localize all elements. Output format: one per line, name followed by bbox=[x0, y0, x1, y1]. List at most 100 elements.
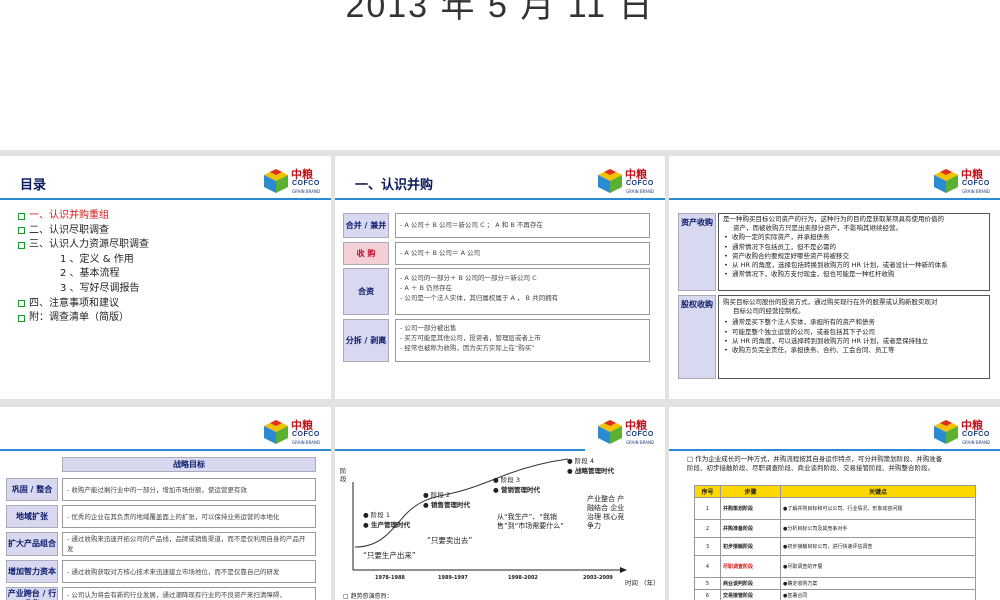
stage-4-quote: 产业整合 产融结合 企业治理 核心竞争力 bbox=[587, 495, 625, 530]
title-rule bbox=[0, 198, 331, 200]
toc-item[interactable]: 三、认识人力资源尽职调查 bbox=[18, 238, 149, 253]
x-axis-label: 时间 （年） bbox=[625, 579, 660, 587]
stage-3-quote: 从“我生产”、“我销售”到“市场需要什么” bbox=[497, 513, 564, 530]
x-axis-arrow bbox=[620, 567, 627, 573]
label-joint-venture: 合资 bbox=[343, 268, 389, 315]
stage-2-name: ● 销售管理时代 bbox=[423, 501, 470, 509]
slide-title: 一、认识并购 bbox=[355, 178, 434, 193]
stage-2-quote: “只要卖出去” bbox=[427, 536, 473, 545]
brand-en: COFCO bbox=[626, 180, 654, 187]
joint-venture-desc: - A 公司的一部分＋ B 公司的一部分＝新公司 C - A ＋ B 仍然存在 … bbox=[395, 268, 650, 315]
cofco-cube-icon bbox=[934, 420, 958, 444]
label-consolidation: 巩固 / 整合 bbox=[6, 478, 58, 501]
period-1: 1978-1988 bbox=[375, 575, 405, 581]
toc-item[interactable]: 2 、基本流程 bbox=[18, 267, 149, 282]
slide-recognize-ma[interactable]: 一、认识并购 中粮 COFCO GRAIN BRAND 合并 / 兼并 - A … bbox=[335, 156, 665, 399]
title-rule bbox=[669, 198, 1000, 200]
intellectual-capital-desc: - 通过收购获取对方核心技术来迅速建立市场地位，而不是仅靠自己的研发 bbox=[62, 560, 316, 583]
cofco-cube-icon bbox=[264, 420, 288, 444]
checkbox-icon bbox=[18, 212, 25, 220]
slide-gap bbox=[0, 399, 1000, 407]
label-industry-shift: 产业跨台 / 行业集 bbox=[6, 587, 58, 600]
toc-item[interactable]: 1 、定义 & 作用 bbox=[18, 253, 149, 268]
toc-item-label: 附：调查清单（简版） bbox=[29, 312, 129, 324]
cofco-logo: 中粮 COFCO GRAIN BRAND bbox=[263, 166, 323, 200]
brand-sub: GRAIN BRAND bbox=[962, 440, 991, 445]
label-intellectual-capital: 增加智力资本 bbox=[6, 560, 58, 583]
toc-item-label: 2 、基本流程 bbox=[60, 268, 120, 280]
table-row: 2 并购准备阶段 ●分析目标公司及其竞争对手 bbox=[694, 519, 976, 538]
slide-toc[interactable]: 目录 中粮 COFCO GRAIN BRAND 一、认识并购重组 二、认识尽职调查… bbox=[0, 156, 331, 399]
toc-list: 一、认识并购重组 二、认识尽职调查三、认识人力资源尽职调查 1 、定义 & 作用 2 … bbox=[18, 209, 149, 326]
toc-item[interactable]: 二、认识尽职调查 bbox=[18, 224, 149, 239]
checkbox-icon bbox=[18, 314, 25, 322]
title-rule bbox=[669, 449, 1000, 451]
label-product-portfolio: 扩大产品组合 bbox=[6, 532, 58, 556]
period-4: 2003-2009 bbox=[583, 575, 613, 581]
toc-item[interactable]: 一、认识并购重组 bbox=[18, 209, 149, 224]
toc-item-label: 3 、写好尽调报告 bbox=[60, 282, 140, 294]
stage-1-label: ● 阶段 1 bbox=[363, 511, 390, 519]
brand-en: COFCO bbox=[292, 180, 320, 187]
toc-item[interactable]: 3 、写好尽调报告 bbox=[18, 282, 149, 297]
asset-acquisition-text: 是一种购买目标公司资产的行为，这种行为的目的是获取某项具有使用价值的 资产，而被… bbox=[723, 215, 948, 280]
cofco-logo: 中粮 COFCO GRAIN BRAND bbox=[933, 417, 993, 451]
col-keypoints: 关键点 bbox=[780, 485, 976, 498]
divestiture-desc: - 公司一部分被出售 - 买方可能是其他公司，投资者，管理层或者上市 - 经常也… bbox=[395, 319, 650, 362]
brand-en: COFCO bbox=[292, 431, 320, 438]
y-axis-label: 阶段 bbox=[340, 467, 347, 483]
ma-process-table: 序号 步骤 关键点 1 并购策划阶段 ●了解并购目标和可以公司、行业情况，形象动容问… bbox=[694, 485, 976, 600]
brand-sub: GRAIN BRAND bbox=[292, 189, 321, 194]
cofco-logo: 中粮 COFCO GRAIN BRAND bbox=[597, 166, 657, 200]
stage-1-quote: “只要生产出来” bbox=[363, 551, 416, 560]
cofco-cube-icon bbox=[934, 169, 958, 193]
merger-desc: - A 公司＋ B 公司＝新公司 C ； A 和 B 不再存在 bbox=[395, 213, 650, 238]
toc-item-label: 二、认识尽职调查 bbox=[29, 224, 109, 236]
page-title: 2013 年 5 月 11 日 bbox=[345, 0, 655, 25]
stage-3-name: ● 营销管理时代 bbox=[493, 486, 540, 494]
table-row: 3 初步接触阶段 ●初步接触目标公司，进行快速评估调查 bbox=[694, 537, 976, 556]
col-step: 步骤 bbox=[720, 485, 781, 498]
stage-1-name: ● 生产管理时代 bbox=[363, 521, 410, 529]
checkbox-icon bbox=[18, 241, 25, 249]
geo-expansion-desc: - 优秀的企业在其负责的地域覆盖面上的扩张，可以保持业务运营的本地化 bbox=[62, 505, 316, 528]
period-2: 1989-1997 bbox=[438, 575, 468, 581]
checkbox-icon bbox=[18, 227, 25, 235]
table-row: 6 交易接管阶段 ●签署合同 bbox=[694, 589, 976, 600]
acquisition-desc: - A 公司＋ B 公司＝ A 公司 bbox=[395, 242, 650, 265]
label-asset-acquisition: 资产收购 bbox=[678, 213, 716, 291]
product-portfolio-desc: - 通过收购来迅速开拓公司的产品线，品牌或销售渠道，而不是仅利用自身的产品开发 bbox=[62, 532, 316, 556]
process-intro: □ 作为企业成长的一种方式，并购流程按其自身运作特点，可分并购策划阶段、并购准备… bbox=[687, 455, 943, 472]
cofco-cube-icon bbox=[264, 169, 288, 193]
slide-acquisition-types[interactable]: 中粮 COFCO GRAIN BRAND 资产收购 是一种购买目标公司资产的行为… bbox=[669, 156, 1000, 399]
brand-en: COFCO bbox=[962, 431, 990, 438]
cofco-logo: 中粮 COFCO GRAIN BRAND bbox=[263, 417, 323, 451]
consolidation-desc: - 收购产能过剩行业中的一部分，增加市场份额，使运营更有效 bbox=[62, 478, 316, 501]
cofco-cube-icon bbox=[598, 169, 622, 193]
industry-shift-desc: - 公司认为将会有新的行业发展，通过潮降现有行业的不良资产来扫清障碍， bbox=[62, 587, 316, 600]
equity-acquisition-text: 购买目标公司股份的投资方式，通过购买现行在外的股票或认购新股实现对 目标公司的经… bbox=[723, 298, 938, 355]
slide-management-eras[interactable]: 中粮 COFCO GRAIN BRAND 阶段 ● 阶段 1 ● 生产管理时代 … bbox=[335, 407, 665, 600]
slide-ma-process[interactable]: 中粮 COFCO GRAIN BRAND □ 作为企业成长的一种方式，并购流程按… bbox=[669, 407, 1000, 600]
stage-3-label: ● 阶段 3 bbox=[493, 476, 520, 484]
table-row: 4 尽职调查阶段 ●尽职调查的开展 bbox=[694, 555, 976, 578]
period-3: 1998-2002 bbox=[508, 575, 538, 581]
label-acquisition: 收 购 bbox=[343, 242, 389, 265]
toc-item-label: 四、注意事项和建议 bbox=[29, 297, 119, 309]
label-equity-acquisition: 股权收购 bbox=[678, 295, 716, 379]
label-geo-expansion: 地域扩张 bbox=[6, 505, 58, 528]
cofco-logo: 中粮 COFCO GRAIN BRAND bbox=[933, 166, 993, 200]
toc-item[interactable]: 附：调查清单（简版） bbox=[18, 311, 149, 326]
brand-en: COFCO bbox=[962, 180, 990, 187]
brand-sub: GRAIN BRAND bbox=[962, 189, 991, 194]
table-row: 5 商业谈判阶段 ●确定收购方案 bbox=[694, 577, 976, 590]
table-row: 1 并购策划阶段 ●了解并购目标和可以公司、行业情况，形象动容问题 bbox=[694, 497, 976, 520]
toc-item-label: 一、认识并购重组 bbox=[29, 210, 109, 221]
stage-2-label: ● 阶段 2 bbox=[423, 491, 450, 499]
checkbox-icon bbox=[18, 300, 25, 308]
slide-strategic-goals[interactable]: 中粮 COFCO GRAIN BRAND 战略目标 巩固 / 整合 - 收购产能… bbox=[0, 407, 331, 600]
toc-item[interactable]: 四、注意事项和建议 bbox=[18, 297, 149, 312]
strategic-goals-header: 战略目标 bbox=[62, 457, 316, 472]
title-rule bbox=[0, 449, 331, 451]
brand-sub: GRAIN BRAND bbox=[292, 440, 321, 445]
